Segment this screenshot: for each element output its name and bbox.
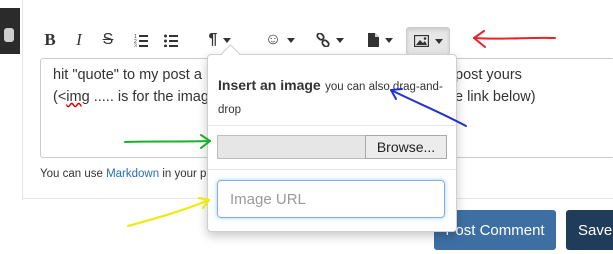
annotation-layer: [124, 30, 556, 228]
yellow-arrow-icon: [126, 196, 211, 228]
green-arrow-icon: [124, 134, 211, 149]
blue-arrow-icon: [390, 88, 467, 127]
red-arrow-icon: [473, 30, 556, 48]
